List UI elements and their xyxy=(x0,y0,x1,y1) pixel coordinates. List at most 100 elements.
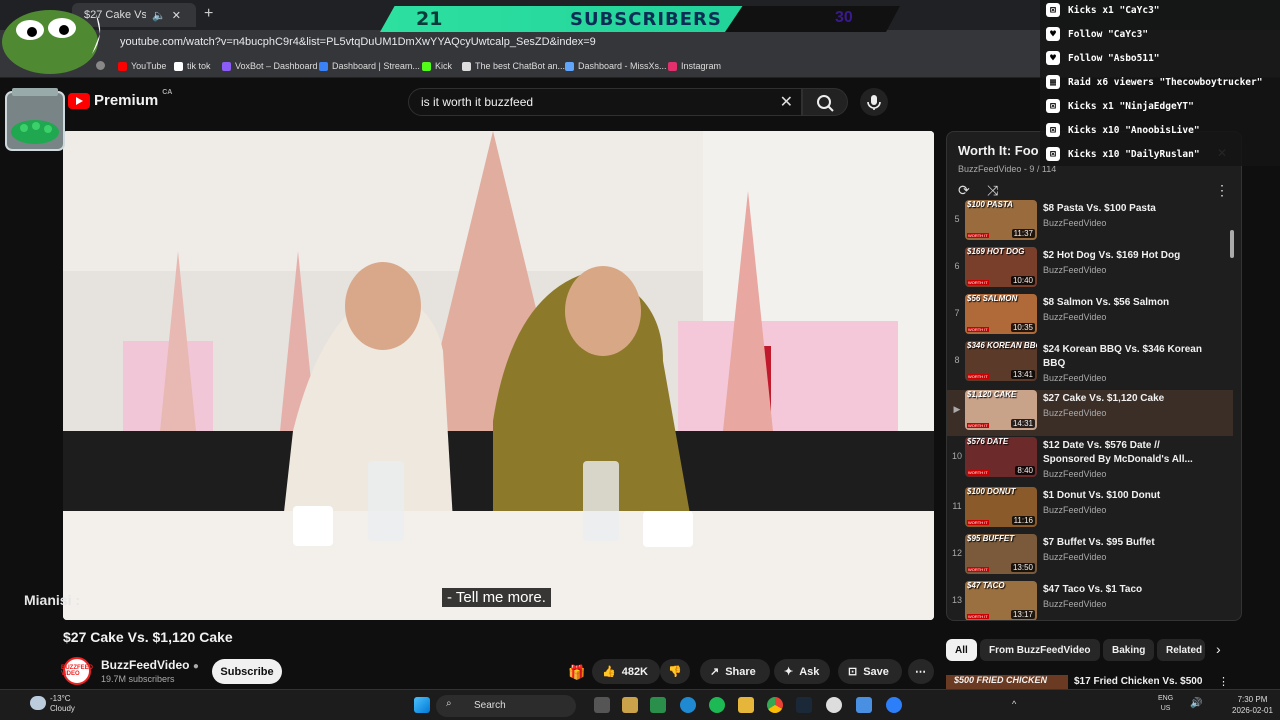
more-actions-button[interactable]: ⋯ xyxy=(908,659,934,684)
task-view-icon[interactable] xyxy=(594,697,610,713)
video-thumbnail: $1,120 CAKE WORTH IT 14:31 xyxy=(965,390,1037,430)
bookmark-kick[interactable]: Kick xyxy=(422,61,452,71)
file-explorer-icon[interactable] xyxy=(738,697,754,713)
chrome-icon[interactable] xyxy=(767,697,783,713)
channel-avatar[interactable]: BUZZFEED VIDEO xyxy=(61,657,93,685)
scrollbar-thumb[interactable] xyxy=(1230,230,1234,258)
subscriber-count: 21 xyxy=(416,8,443,30)
playlist-scrollbar[interactable] xyxy=(1230,210,1234,616)
playlist-panel: Worth It: Foo BuzzFeedVideo - 9 / 114 ⟳ … xyxy=(946,131,1242,621)
chip-related[interactable]: Related xyxy=(1157,639,1205,661)
raid-icon: ▦ xyxy=(1046,75,1060,89)
taskbar-search[interactable]: Search xyxy=(436,695,576,717)
steam-icon[interactable] xyxy=(796,697,812,713)
subscriber-goal-banner: 21 SUBSCRIBERS 30 xyxy=(380,6,900,32)
more-icon[interactable]: ⋮ xyxy=(1218,675,1229,688)
playlist-item[interactable]: 10 $576 DATE WORTH IT 8:40 $12 Date Vs. $5… xyxy=(947,437,1233,483)
playlist-item[interactable]: 5 $100 PASTA WORTH IT 11:37 $8 Pasta Vs. $… xyxy=(947,200,1233,246)
playlist-item[interactable]: 11 $100 DONUT WORTH IT 11:16 $1 Donut Vs. … xyxy=(947,487,1233,533)
next-video-row[interactable]: $500 FRIED CHICKEN $17 Fried Chicken Vs.… xyxy=(946,675,1242,689)
video-thumbnail: $47 TACO WORTH IT 13:17 xyxy=(965,581,1037,620)
video-thumbnail: $95 BUFFET WORTH IT 13:50 xyxy=(965,534,1037,574)
playlist-item-channel: BuzzFeedVideo xyxy=(1043,552,1107,562)
shuffle-icon[interactable]: ⤨ xyxy=(987,182,998,199)
subtitle-caption: - Tell me more. xyxy=(442,588,551,607)
language-indicator[interactable]: ENG US xyxy=(1158,694,1173,714)
obs-icon[interactable] xyxy=(826,697,842,713)
playlist-item[interactable]: 8 $346 KOREAN BBQ WORTH IT 13:41 $24 Korea… xyxy=(947,341,1233,387)
save-button[interactable]: ⊡ Save xyxy=(838,659,902,684)
weather-widget[interactable]: -13°C Cloudy xyxy=(50,694,75,714)
clear-search-icon[interactable]: ✕ xyxy=(780,92,793,112)
bookmark-streamlabs[interactable]: Dashboard | Stream... xyxy=(319,61,420,71)
chip-all[interactable]: All xyxy=(946,639,977,661)
loop-icon[interactable]: ⟳ xyxy=(958,182,970,199)
taskbar-clock[interactable]: 7:30 PM 2026-02-01 xyxy=(1232,694,1273,716)
event-item: ⊠ Kicks x10 "DailyRuslan" xyxy=(1046,147,1200,161)
video-player[interactable]: - Tell me more. xyxy=(63,131,934,620)
sparkle-icon: ✦ xyxy=(784,666,794,678)
bookmark-instagram[interactable]: Instagram xyxy=(668,61,721,71)
playlist-item[interactable]: 13 $47 TACO WORTH IT 13:17 $47 Taco Vs. $1… xyxy=(947,581,1233,620)
chevron-right-icon[interactable]: › xyxy=(1216,641,1221,657)
bookmark-tiktok[interactable]: tik tok xyxy=(174,61,211,71)
mute-icon[interactable]: 🔈 xyxy=(152,9,166,22)
playlist-title[interactable]: Worth It: Foo xyxy=(958,143,1039,158)
windows-start-icon[interactable] xyxy=(414,697,430,713)
bookmark-voxbot[interactable]: VoxBot – Dashboard xyxy=(222,61,318,71)
event-item: ⊠ Kicks x1 "NinjaEdgeYT" xyxy=(1046,99,1194,113)
spotify-icon[interactable] xyxy=(709,697,725,713)
close-tab-icon[interactable]: ✕ xyxy=(172,9,181,22)
notepad-icon[interactable] xyxy=(856,697,872,713)
playlist-menu-icon[interactable]: ⋮ xyxy=(1215,182,1229,199)
playlist-item[interactable]: 7 $56 SALMON WORTH IT 10:35 $8 Salmon Vs. … xyxy=(947,294,1233,340)
bookmark-youtube[interactable]: YouTube xyxy=(118,61,166,71)
playlist-item[interactable]: 6 $169 HOT DOG WORTH IT 10:40 $2 Hot Dog V… xyxy=(947,247,1233,293)
share-icon: ↗ xyxy=(710,666,720,678)
search-input[interactable]: is it worth it buzzfeed ✕ xyxy=(408,88,802,116)
chevron-up-icon[interactable]: ^ xyxy=(1012,699,1016,709)
edge-icon[interactable] xyxy=(680,697,696,713)
heart-icon: ♥ xyxy=(1046,27,1060,41)
search-icon: ⌕ xyxy=(446,698,452,709)
channel-subscriber-count: 19.7M subscribers xyxy=(101,674,175,684)
youtube-premium-logo[interactable]: Premium CA xyxy=(68,89,172,109)
share-button[interactable]: ↗ Share xyxy=(700,659,770,684)
channel-name[interactable]: BuzzFeedVideo ● xyxy=(101,658,199,672)
next-video-title: $17 Fried Chicken Vs. $500 xyxy=(1074,676,1203,687)
bookmark-missxs[interactable]: Dashboard - MissXs... xyxy=(565,61,667,71)
search-button[interactable] xyxy=(802,88,848,116)
app-icon[interactable] xyxy=(650,697,666,713)
url-text[interactable]: youtube.com/watch?v=n4bucphC9r4&list=PL5… xyxy=(120,36,596,48)
video-frame xyxy=(63,131,934,620)
verified-icon: ● xyxy=(192,661,199,672)
chip-from-channel[interactable]: From BuzzFeedVideo xyxy=(980,639,1100,661)
like-button[interactable]: 👍 482K xyxy=(592,659,660,684)
playlist-item-current[interactable]: ▶ $1,120 CAKE WORTH IT 14:31 $27 Cake Vs. … xyxy=(947,390,1233,436)
kick-icon: ⊠ xyxy=(1046,147,1060,161)
ask-button[interactable]: ✦ Ask xyxy=(774,659,830,684)
candy-jar-emote xyxy=(2,86,68,154)
video-thumbnail: $100 PASTA WORTH IT 11:37 xyxy=(965,200,1037,240)
gift-icon[interactable]: 🎁 xyxy=(568,664,585,681)
dislike-button[interactable]: 👎 xyxy=(660,659,690,684)
kick-icon: ⊠ xyxy=(1046,123,1060,137)
voice-search-button[interactable] xyxy=(860,88,888,116)
app-icon-2[interactable] xyxy=(886,697,902,713)
event-item: ▦ Raid x6 viewers "Thecowboytrucker" xyxy=(1046,75,1262,89)
chip-baking[interactable]: Baking xyxy=(1103,639,1155,661)
video-title: $27 Cake Vs. $1,120 Cake xyxy=(63,629,233,645)
bookmark-chatbot[interactable]: The best ChatBot an... xyxy=(462,61,565,71)
playlist-item[interactable]: 12 $95 BUFFET WORTH IT 13:50 $7 Buffet Vs.… xyxy=(947,534,1233,580)
new-tab-icon[interactable]: + xyxy=(204,5,213,23)
video-thumbnail: $169 HOT DOG WORTH IT 10:40 xyxy=(965,247,1037,287)
playlist-item-title: $8 Salmon Vs. $56 Salmon xyxy=(1043,297,1170,308)
chatbot-icon xyxy=(462,61,471,71)
playlist-item-channel: BuzzFeedVideo xyxy=(1043,505,1107,515)
wow-icon[interactable] xyxy=(622,697,638,713)
subscribe-button[interactable]: Subscribe xyxy=(212,659,282,684)
event-item: ⊠ Kicks x1 "CaYc3" xyxy=(1046,3,1160,17)
kick-icon: ⊠ xyxy=(1046,99,1060,113)
speaker-icon[interactable]: 🔊 xyxy=(1190,698,1202,709)
stream-events-feed: ⊠ Kicks x1 "CaYc3" ♥ Follow "CaYc3" ♥ Follo… xyxy=(1040,0,1280,166)
